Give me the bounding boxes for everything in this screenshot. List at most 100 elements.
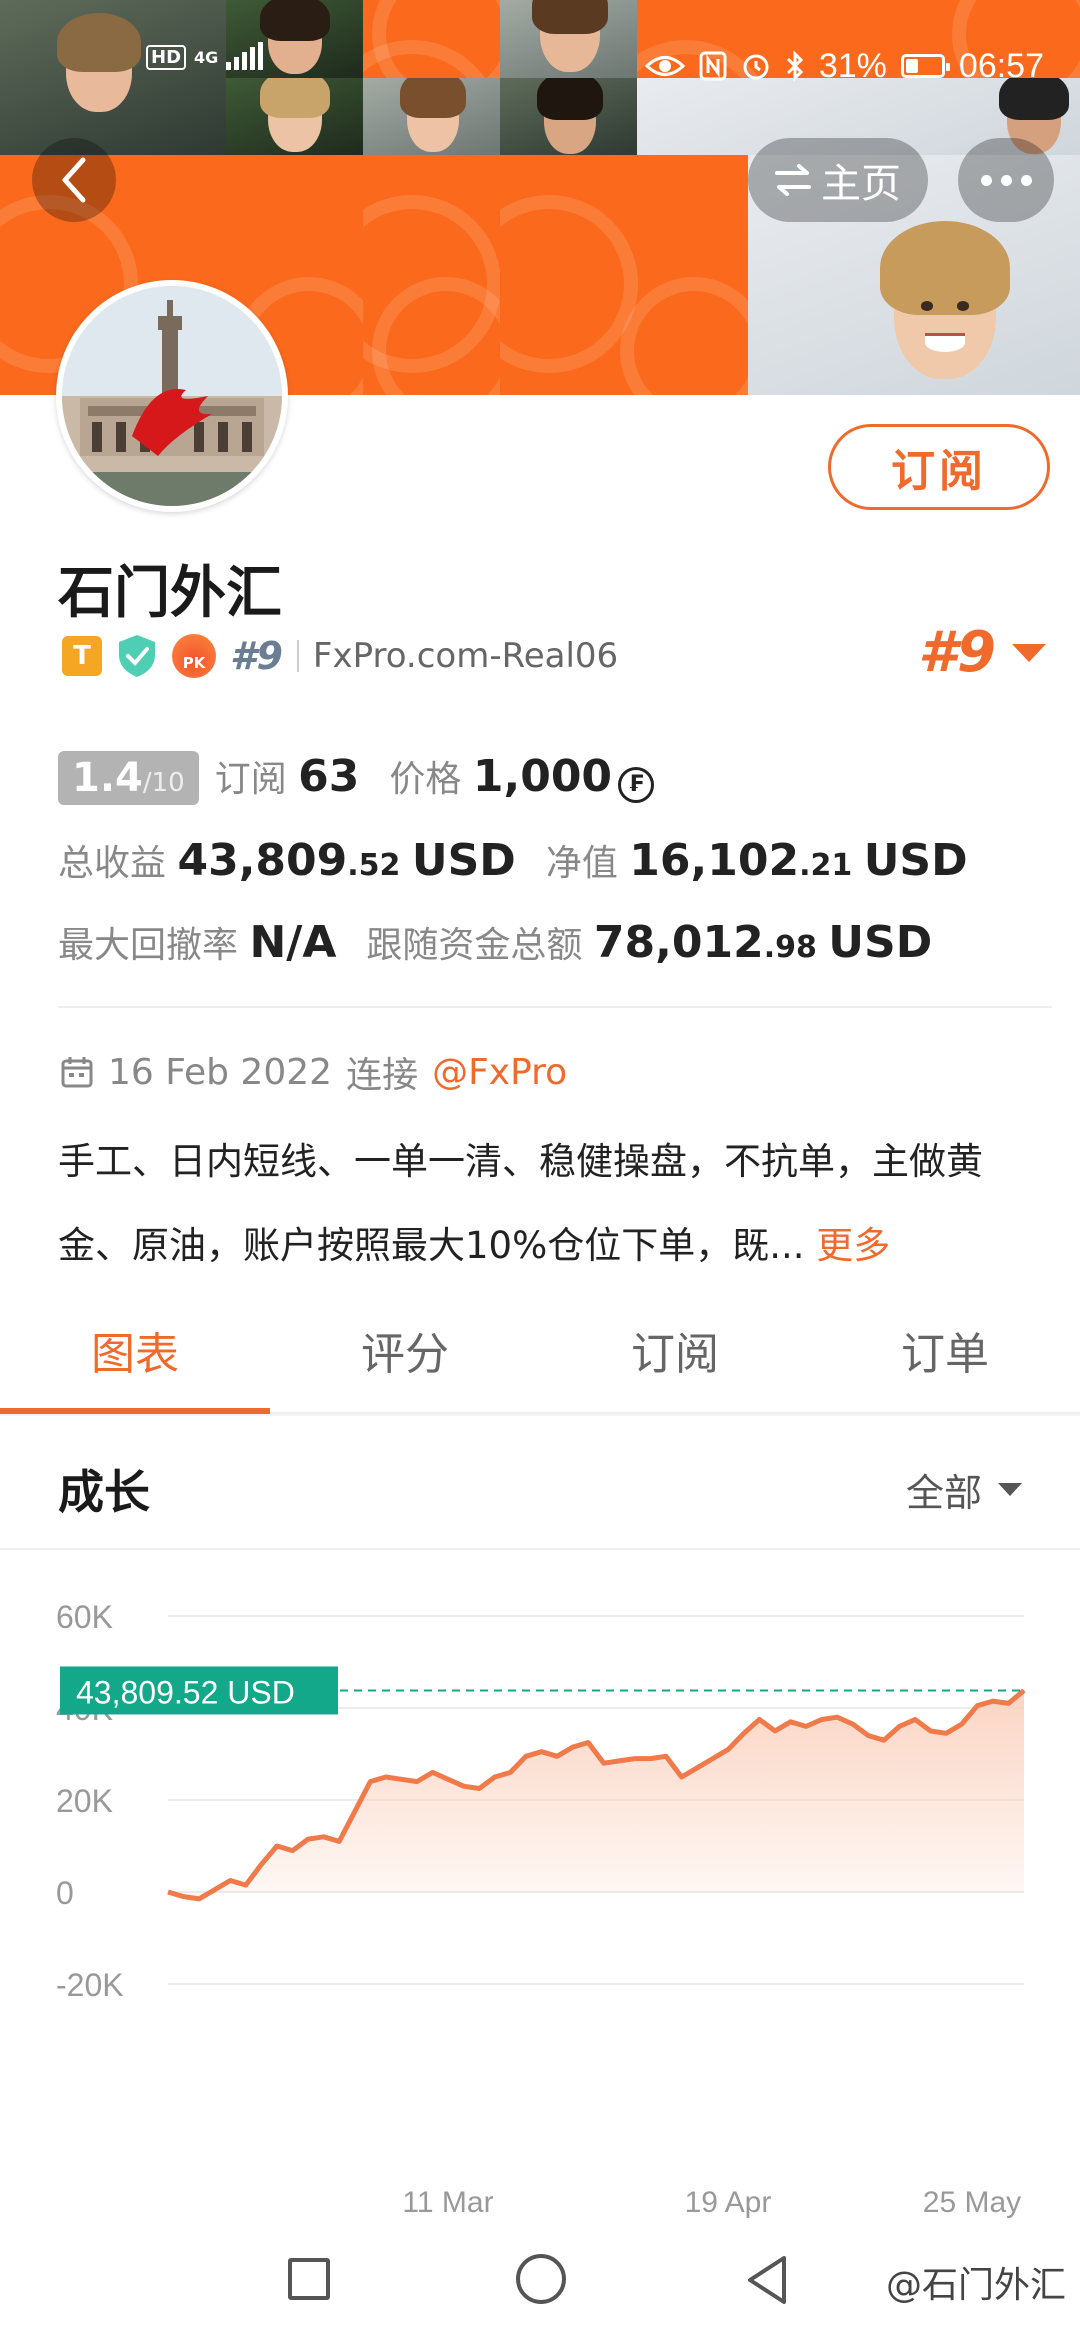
more-link[interactable]: 更多 — [816, 1224, 890, 1267]
connect-label: 连接 — [346, 1055, 419, 1096]
banner-tile — [363, 0, 500, 78]
tab-1[interactable]: 评分 — [270, 1316, 540, 1412]
alarm-icon — [743, 54, 769, 80]
tab-2[interactable]: 订阅 — [540, 1316, 810, 1412]
badge-row: T PK #9 FxPro.com-Real06 — [62, 628, 618, 684]
rank-selector[interactable]: #9 — [918, 620, 1046, 685]
range-label: 全部 — [905, 1471, 982, 1515]
rank-label: #9 — [230, 634, 283, 678]
tab-3[interactable]: 订单 — [810, 1316, 1080, 1412]
y-tick-label: 20K — [56, 1783, 113, 1819]
follow-funds-label: 跟随资金总额 — [366, 925, 583, 966]
price-label: 价格 — [389, 759, 462, 800]
provider-link[interactable]: @FxPro — [432, 1052, 567, 1093]
broker-account: FxPro.com-Real06 — [312, 636, 619, 676]
total-profit-label: 总收益 — [58, 843, 167, 884]
score-value: 1.4 — [72, 755, 143, 801]
nfc-icon — [699, 51, 727, 81]
description: 手工、日内短线、一单一清、稳健操盘，不抗单，主做黄金、原油，账户按照最大10%仓… — [58, 1120, 1048, 1288]
stats-row-2: 总收益 43,809.52 USD 净值 16,102.21 USD — [58, 834, 1058, 886]
home-button-label: 主页 — [821, 161, 901, 207]
network-gen: 4G — [194, 47, 219, 67]
watermark: @石门外汇 — [885, 2265, 1066, 2306]
verified-shield-icon — [119, 635, 155, 677]
divider — [0, 1414, 1080, 1416]
connect-date: 16 Feb 2022 — [108, 1051, 333, 1093]
area-fill — [168, 1690, 1024, 1899]
divider — [296, 640, 299, 672]
square-icon[interactable] — [288, 2258, 330, 2300]
calendar-icon — [61, 1057, 93, 1088]
back-button[interactable] — [32, 138, 116, 222]
caret-down-icon — [1012, 643, 1046, 662]
growth-chart[interactable]: 60K40K20K0-20K43,809.52 USD11 Mar19 Apr2… — [0, 1560, 1080, 2220]
more-dots-icon — [980, 174, 992, 186]
stats-row-3: 最大回撤率 N/A 跟随资金总额 78,012.98 USD — [58, 916, 1058, 968]
avatar-image — [62, 286, 282, 506]
page-title: 石门外汇 — [58, 561, 282, 626]
circle-icon[interactable] — [516, 2254, 566, 2304]
range-selector[interactable]: 全部 — [906, 1462, 1022, 1517]
clock: 06:57 — [958, 46, 1044, 85]
subscriptions-label: 订阅 — [214, 759, 287, 800]
equity-unit: USD — [863, 835, 968, 886]
signal-icon — [226, 42, 264, 70]
tab-0[interactable]: 图表 — [0, 1316, 270, 1414]
total-profit-int: 43,809 — [177, 835, 348, 886]
hd-badge: HD — [146, 44, 187, 70]
y-tick-label: 60K — [56, 1599, 113, 1635]
total-profit-unit: USD — [411, 835, 516, 886]
avatar[interactable] — [56, 280, 288, 512]
divider — [58, 1006, 1052, 1008]
currency-coin-icon: ₣ — [618, 766, 655, 803]
pk-badge: PK — [172, 634, 216, 678]
caret-down-icon — [998, 1483, 1022, 1496]
x-tick-label: 11 Mar — [402, 2186, 493, 2219]
max-drawdown-label: 最大回撤率 — [58, 925, 239, 966]
banner-photo — [0, 0, 226, 155]
triangle-back-icon[interactable] — [744, 2254, 790, 2306]
y-tick-label: 0 — [56, 1875, 74, 1911]
banner-photo — [500, 0, 637, 78]
x-tick-label: 19 Apr — [685, 2186, 772, 2219]
chevron-left-icon — [62, 157, 86, 203]
banner-tile — [500, 155, 748, 395]
battery-icon — [900, 54, 950, 78]
tab-bar: 图表 评分 订阅 订单 — [0, 1316, 1080, 1414]
battery-percent: 31% — [818, 46, 887, 85]
section-title: 成长 — [58, 1465, 150, 1519]
follow-funds-int: 78,012 — [593, 917, 764, 968]
subscribe-button[interactable]: 订阅 — [828, 424, 1050, 510]
stats-row-1: 1.4/10 订阅 63 价格 1,000 ₣ — [58, 750, 1058, 805]
y-tick-label: -20K — [56, 1967, 124, 2003]
banner-photo — [500, 78, 637, 156]
score-max: /10 — [142, 768, 185, 798]
score-badge: 1.4/10 — [58, 751, 199, 805]
banner-photo — [226, 78, 363, 156]
follow-funds-dec: .98 — [763, 930, 817, 965]
x-tick-label: 25 May — [923, 2186, 1021, 2219]
home-button[interactable]: 主页 — [748, 138, 928, 222]
divider — [0, 1548, 1080, 1550]
swap-icon — [775, 164, 811, 196]
price-value: 1,000 — [472, 751, 613, 802]
banner-photo — [363, 78, 500, 156]
subscriptions-value: 63 — [298, 751, 360, 802]
follow-funds-unit: USD — [828, 917, 933, 968]
equity-label: 净值 — [545, 843, 618, 884]
equity-dec: .21 — [799, 848, 853, 883]
connection-info: 16 Feb 2022 连接 @FxPro — [60, 1046, 567, 1098]
trader-badge: T — [62, 636, 102, 676]
status-bar: 31% 06:57 — [644, 36, 1044, 96]
equity-int: 16,102 — [629, 835, 800, 886]
eye-icon — [644, 56, 685, 76]
rank-value: #9 — [918, 620, 996, 685]
bluetooth-icon — [786, 50, 803, 82]
system-nav-bar: @石门外汇 — [0, 2220, 1080, 2340]
more-button[interactable] — [958, 138, 1054, 222]
total-profit-dec: .52 — [347, 848, 401, 883]
current-value-label: 43,809.52 USD — [76, 1674, 295, 1710]
banner-tile — [363, 155, 500, 395]
network-indicator: HD 4G — [146, 42, 264, 70]
max-drawdown-value: N/A — [249, 917, 337, 968]
